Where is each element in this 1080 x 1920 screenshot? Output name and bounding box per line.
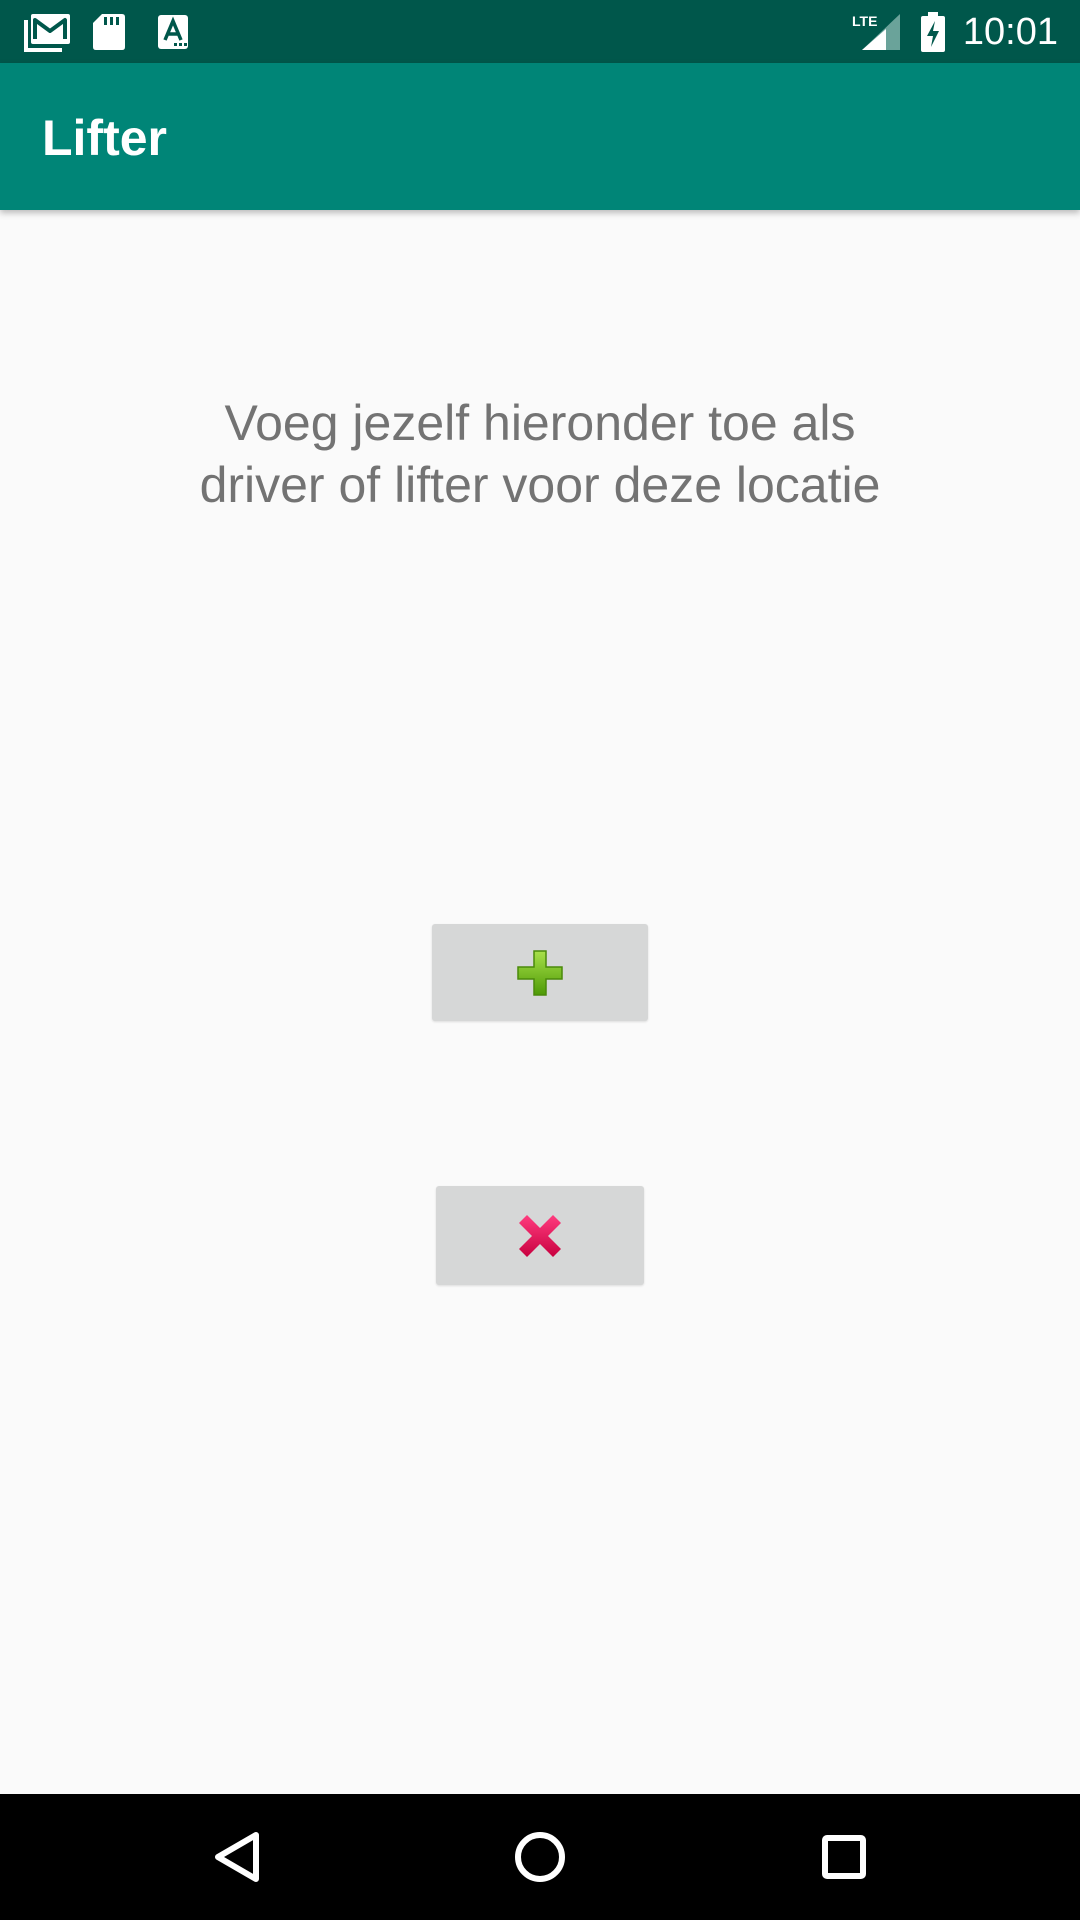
recents-icon[interactable] [804,1817,884,1897]
lte-signal-icon: LTE [852,13,900,50]
network-label: LTE [852,13,877,29]
plus-icon [517,949,563,996]
gmail-icon [24,14,70,52]
instruction-line-1: Voeg jezelf hieronder toe als [224,395,856,451]
app-title: Lifter [42,110,167,166]
battery-charging-icon [921,12,945,52]
instruction-message: Voeg jezelf hieronder toe als driver of … [140,392,940,516]
sd-card-icon [93,14,125,50]
status-bar: LTE 10:01 [0,0,1080,63]
app-bar: Lifter [0,63,1080,210]
instruction-line-2: driver of lifter voor deze locatie [199,457,881,513]
back-icon[interactable] [196,1817,276,1897]
remove-button[interactable] [436,1186,644,1285]
screen: LTE 10:01 Lifter Voeg jezelf hieronder t… [0,0,1080,1920]
add-button[interactable] [432,924,648,1021]
home-icon[interactable] [500,1817,580,1897]
navigation-bar [0,1794,1080,1920]
text-a-icon [158,15,188,49]
close-icon [519,1214,561,1257]
clock: 10:01 [962,11,1058,53]
